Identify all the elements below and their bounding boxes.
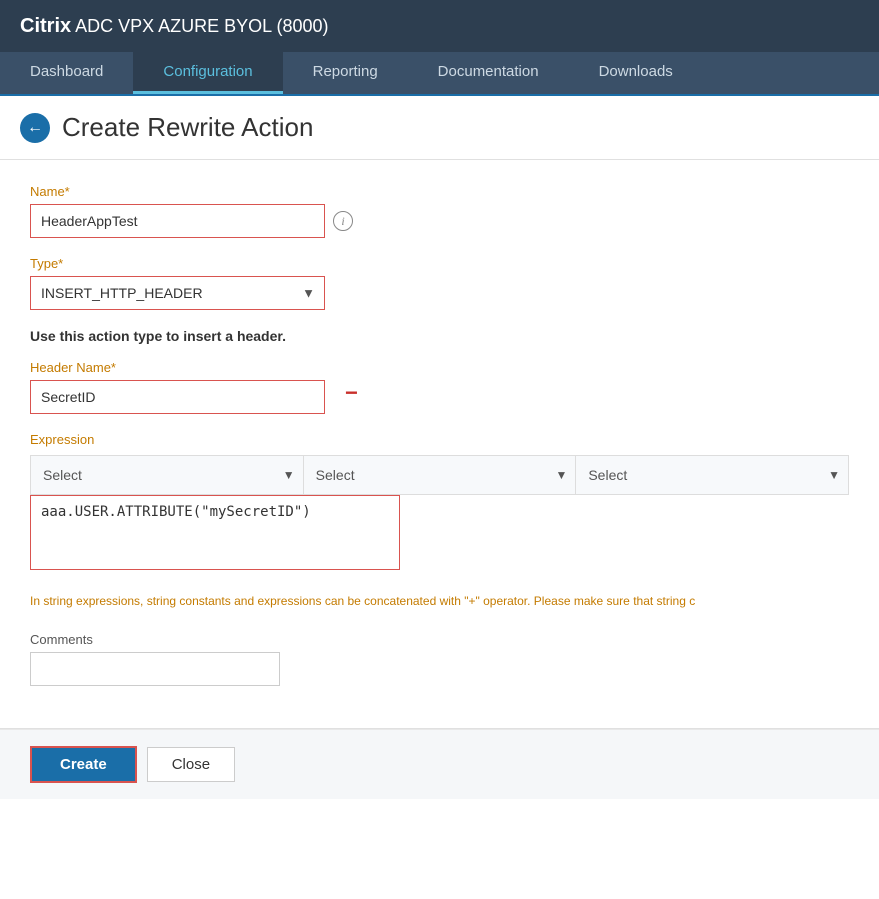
expression-selects-container: Select ▼ Select ▼ Select ▼ [30,455,849,495]
citrix-brand: Citrix [20,15,71,38]
expression-section: Expression Select ▼ Select ▼ [30,432,849,570]
page-title-bar: ← Create Rewrite Action [0,96,879,160]
main-content: ← Create Rewrite Action Name* i Type* IN… [0,96,879,899]
comments-label: Comments [30,632,849,647]
page-title: Create Rewrite Action [62,112,313,143]
create-button[interactable]: Create [30,746,137,783]
header-name-row: − [30,380,849,414]
form-footer: Create Close [0,729,879,799]
expr-select-3[interactable]: Select [576,456,848,494]
close-button[interactable]: Close [147,747,235,782]
header-name-label: Header Name* [30,360,849,375]
type-label: Type* [30,256,849,271]
type-group: Type* INSERT_HTTP_HEADER ▼ [30,256,849,310]
expr-select-2-wrapper: Select ▼ [304,456,577,494]
name-info-icon[interactable]: i [333,211,353,231]
tab-configuration[interactable]: Configuration [133,52,282,94]
form-area: Name* i Type* INSERT_HTTP_HEADER ▼ Use t… [0,160,879,728]
app-header: Citrix ADC VPX AZURE BYOL (8000) [0,0,879,52]
expression-label: Expression [30,432,849,447]
header-name-group: Header Name* − [30,360,849,414]
minus-button[interactable]: − [345,382,358,404]
expr-select-3-wrapper: Select ▼ [576,456,848,494]
header-name-input[interactable] [30,380,325,414]
expression-textarea-wrapper: aaa.USER.ATTRIBUTE(<strong>"mySecretID"<… [30,495,400,570]
tab-documentation[interactable]: Documentation [408,52,569,94]
tab-downloads[interactable]: Downloads [569,52,703,94]
app-title: ADC VPX AZURE BYOL (8000) [75,16,328,37]
tab-reporting[interactable]: Reporting [283,52,408,94]
tab-dashboard[interactable]: Dashboard [0,52,133,94]
name-input[interactable] [30,204,325,238]
type-select-wrapper: INSERT_HTTP_HEADER ▼ [30,276,325,310]
nav-tabs: Dashboard Configuration Reporting Docume… [0,52,879,96]
comments-group: Comments [30,632,849,686]
expression-info-text: In string expressions, string constants … [30,586,849,616]
expression-textarea[interactable]: aaa.USER.ATTRIBUTE(<strong>"mySecretID"<… [31,496,399,566]
action-type-hint: Use this action type to insert a header. [30,328,849,344]
type-select[interactable]: INSERT_HTTP_HEADER [30,276,325,310]
comments-input[interactable] [30,652,280,686]
back-button[interactable]: ← [20,113,50,143]
name-label: Name* [30,184,849,199]
expr-select-1[interactable]: Select [31,456,303,494]
expr-select-2[interactable]: Select [304,456,576,494]
expr-select-1-wrapper: Select ▼ [31,456,304,494]
name-group: Name* i [30,184,849,238]
